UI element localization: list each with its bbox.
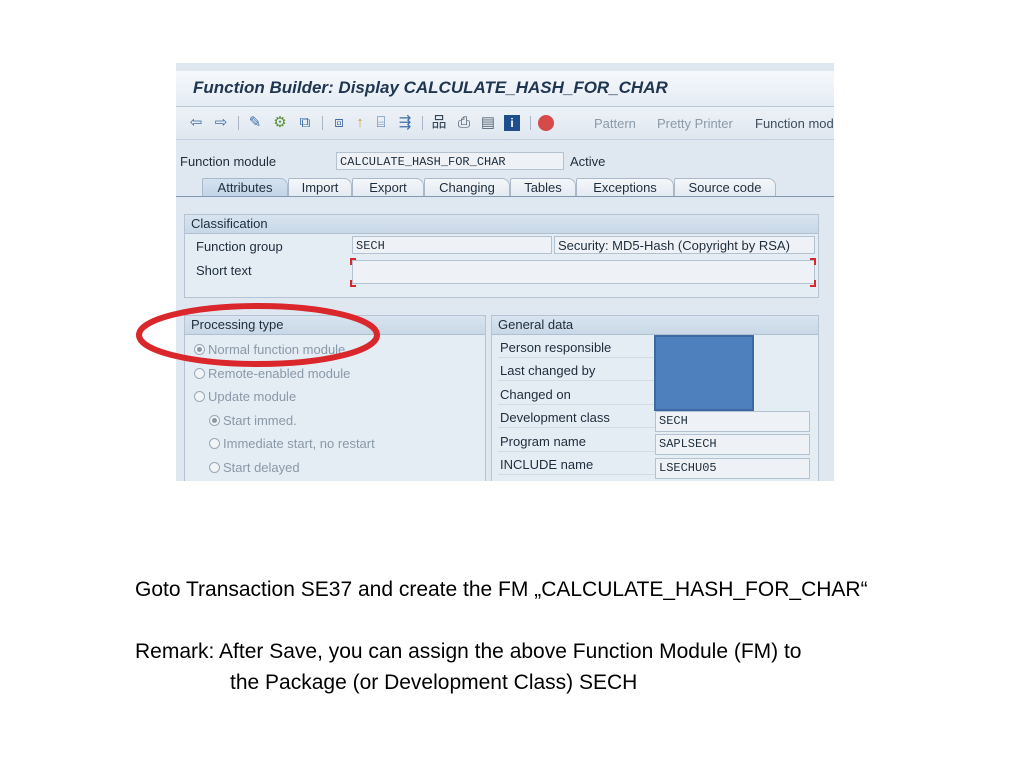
function-group-label: Function group [196,239,283,254]
radio-label: Immediate start, no restart [223,436,375,451]
check-icon[interactable]: ⧉ [296,114,314,132]
person-responsible-label: Person responsible [500,340,612,355]
back-arrow-icon[interactable]: ⇦ [187,114,205,132]
radio-empty-icon [209,438,220,449]
tab-export[interactable]: Export [352,178,424,197]
status-label: Active [570,154,606,169]
radio-empty-icon [194,391,205,402]
include-name-field[interactable]: LSECHU05 [655,458,810,479]
function-module-row: Function module CALCULATE_HASH_FOR_CHAR … [176,149,834,175]
list-icon[interactable]: ▤ [479,114,497,132]
radio-label: Start immed. [223,413,297,428]
caption-line-1: Goto Transaction SE37 and create the FM … [135,578,868,601]
tab-divider [176,196,834,197]
classification-group: Classification Function group SECH Secur… [184,214,819,298]
caption-line-2: Remark: After Save, you can assign the a… [135,640,802,663]
tab-tables[interactable]: Tables [510,178,576,197]
last-changed-by-label: Last changed by [500,363,596,378]
enhance-icon[interactable]: ⌸ [372,114,390,132]
tab-changing[interactable]: Changing [424,178,510,197]
toolbar-separator [238,116,239,130]
tab-strip: Attributes Import Export Changing Tables… [176,175,834,197]
tab-exceptions[interactable]: Exceptions [576,178,674,197]
toolbar-separator [322,116,323,130]
program-name-field[interactable]: SAPLSECH [655,434,810,455]
radio-empty-icon [194,368,205,379]
sap-screenshot: Function Builder: Display CALCULATE_HASH… [153,63,834,481]
development-class-field[interactable]: SECH [655,411,810,432]
pretty-printer-button[interactable]: Pretty Printer [657,116,733,131]
stop-icon[interactable] [538,115,554,131]
application-toolbar: ⇦ ⇨ ✎ ⚙ ⧉ ⧈ ↑ ⌸ ⇶ 品 ⎙ ▤ i Pattern Pretty… [176,107,834,140]
forward-arrow-icon[interactable]: ⇨ [212,114,230,132]
general-row: Development class [498,407,658,428]
tab-source-code[interactable]: Source code [674,178,776,197]
short-text-label: Short text [196,263,252,278]
radio-empty-icon [209,462,220,473]
radio-selected-icon [194,344,205,355]
info-icon[interactable]: i [504,115,520,131]
hierarchy-tree-icon[interactable]: 品 [430,114,448,132]
radio-label: Remote-enabled module [208,366,351,381]
function-module-button[interactable]: Function mod [755,116,834,131]
required-marker [810,280,816,287]
function-module-label: Function module [180,154,277,169]
short-text-field[interactable] [352,260,815,284]
window-titlebar: Function Builder: Display CALCULATE_HASH… [176,71,834,107]
development-class-label: Development class [500,410,610,425]
program-name-label: Program name [500,434,586,449]
tab-attributes[interactable]: Attributes [202,178,288,197]
general-data-title: General data [492,316,818,335]
screenshot-margin [153,63,176,481]
toolbar-separator [530,116,531,130]
redaction-box [654,335,754,411]
tab-import[interactable]: Import [288,178,352,197]
printer-icon[interactable]: ⎙ [455,114,473,132]
function-group-field[interactable]: SECH [352,236,552,254]
radio-label: Update module [208,389,297,404]
processing-type-group: Processing type Normal function module R… [184,315,486,481]
general-row: Last changed by [498,360,658,381]
changed-on-label: Changed on [500,387,571,402]
radio-start-delayed[interactable]: Start delayed [209,460,300,475]
function-group-description: Security: MD5-Hash (Copyright by RSA) [554,236,815,254]
processing-type-title: Processing type [185,316,485,335]
general-row: Person responsible [498,337,658,358]
radio-start-immed[interactable]: Start immed. [209,413,297,428]
radio-normal-function-module[interactable]: Normal function module [194,342,345,357]
radio-label: Normal function module [208,342,346,357]
toolbar-separator [422,116,423,130]
function-module-field[interactable]: CALCULATE_HASH_FOR_CHAR [336,152,564,170]
edit-pencil-icon[interactable]: ✎ [246,114,264,132]
window-title: Function Builder: Display CALCULATE_HASH… [193,78,668,97]
radio-immediate-start-no-restart[interactable]: Immediate start, no restart [209,436,375,451]
general-row: Changed on [498,384,658,405]
general-row: INCLUDE name [498,454,658,475]
radio-remote-enabled-module[interactable]: Remote-enabled module [194,366,350,381]
radio-update-module[interactable]: Update module [194,389,296,404]
radio-selected-icon [209,415,220,426]
required-marker [350,258,356,265]
caption-line-3: the Package (or Development Class) SECH [230,671,638,694]
display-object-list-icon[interactable]: ⇶ [396,114,414,132]
pattern-button[interactable]: Pattern [594,116,636,131]
radio-label: Start delayed [223,460,300,475]
include-name-label: INCLUDE name [500,457,594,472]
required-marker [810,258,816,265]
where-used-icon[interactable]: ⧈ [330,114,348,132]
required-marker [350,280,356,287]
classification-title: Classification [185,215,818,234]
hierarchy-icon[interactable]: ↑ [354,114,366,132]
general-data-group: General data Person responsible Last cha… [491,315,819,481]
general-row: Program name [498,431,658,452]
function-builder-window: Function Builder: Display CALCULATE_HASH… [176,71,834,481]
other-object-icon[interactable]: ⚙ [271,114,289,132]
